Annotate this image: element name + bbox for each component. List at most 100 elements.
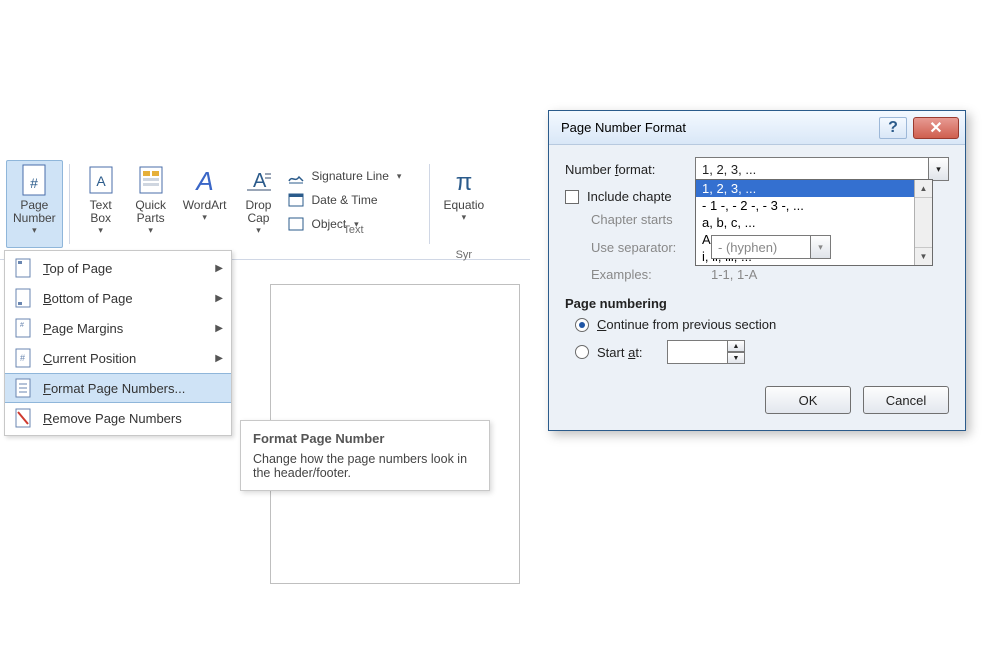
- svg-text:#: #: [30, 175, 38, 191]
- spin-down-icon[interactable]: ▼: [727, 352, 745, 364]
- chevron-down-icon: ▾: [810, 236, 830, 258]
- svg-text:A: A: [194, 166, 213, 196]
- cancel-button[interactable]: Cancel: [863, 386, 949, 414]
- menu-item-label: Bottom of Page: [43, 291, 133, 306]
- ribbon-separator: [429, 164, 430, 244]
- ribbon-btn-label: Text Box: [90, 199, 112, 225]
- chevron-down-icon[interactable]: ▾: [928, 158, 948, 180]
- ribbon-btn-page-number[interactable]: # Page Number ▾: [6, 160, 63, 248]
- chevron-down-icon: ▾: [256, 226, 261, 236]
- help-icon: ?: [888, 119, 898, 137]
- ribbon-btn-label: Quick Parts: [135, 199, 166, 225]
- label-use-separator: Use separator:: [591, 240, 711, 255]
- scroll-down-icon[interactable]: ▼: [915, 247, 932, 265]
- scroll-up-icon[interactable]: ▲: [915, 180, 932, 198]
- chevron-down-icon: ▾: [98, 226, 103, 236]
- page-number-menu: Top of Page ▶ Bottom of Page ▶ # Page Ma…: [4, 250, 232, 436]
- dialog-titlebar[interactable]: Page Number Format ? ✕: [549, 111, 965, 145]
- ribbon-btn-signature-line[interactable]: Signature Line ▾: [283, 164, 423, 188]
- close-icon: ✕: [929, 118, 942, 138]
- ribbon-btn-date-time[interactable]: Date & Time: [283, 188, 423, 212]
- menu-item-current-position[interactable]: # Current Position ▶: [5, 343, 231, 373]
- ribbon-btn-quick-parts[interactable]: Quick Parts ▾: [126, 160, 176, 248]
- ribbon-btn-text-box[interactable]: A Text Box ▾: [76, 160, 126, 248]
- format-option[interactable]: - 1 -, - 2 -, - 3 -, ...: [696, 197, 914, 214]
- ribbon-btn-label: WordArt: [183, 199, 227, 212]
- remove-page-numbers-icon: [13, 408, 33, 428]
- text-box-icon: A: [85, 165, 117, 197]
- svg-text:#: #: [20, 353, 25, 363]
- spinner-start-at[interactable]: ▲ ▼: [667, 340, 745, 364]
- ok-button[interactable]: OK: [765, 386, 851, 414]
- menu-item-label: Top of Page: [43, 261, 112, 276]
- tooltip-title: Format Page Number: [253, 431, 477, 446]
- dialog-page-number-format: Page Number Format ? ✕ Number format: 1,…: [548, 110, 966, 431]
- menu-item-label: Current Position: [43, 351, 136, 366]
- value-examples: 1-1, 1-A: [711, 267, 757, 282]
- format-page-numbers-icon: [13, 378, 33, 398]
- svg-text:#: #: [20, 322, 24, 329]
- ribbon-btn-label: Equatio: [443, 199, 484, 212]
- label-include-chapter: Include chapte: [587, 189, 672, 204]
- menu-item-label: Format Page Numbers...: [43, 381, 185, 396]
- radio-continue[interactable]: [575, 318, 589, 332]
- label-continue: Continue from previous section: [597, 317, 776, 332]
- current-position-icon: #: [13, 348, 33, 368]
- format-option[interactable]: a, b, c, ...: [696, 214, 914, 231]
- equation-icon: π: [448, 165, 480, 197]
- tooltip-format-page-number: Format Page Number Change how the page n…: [240, 420, 490, 491]
- chevron-down-icon: ▾: [397, 171, 402, 182]
- ribbon-group-caption-symbols: Syr: [437, 249, 490, 261]
- ribbon-btn-equation[interactable]: π Equatio ▾ Syr: [436, 160, 491, 248]
- label-chapter-starts: Chapter starts: [591, 212, 711, 227]
- help-button[interactable]: ?: [879, 117, 907, 139]
- chevron-down-icon: ▾: [462, 213, 467, 223]
- ribbon-small-label: Signature Line: [311, 169, 388, 183]
- svg-text:A: A: [253, 170, 267, 192]
- calendar-icon: [287, 191, 305, 209]
- ribbon-small-label: Date & Time: [311, 193, 377, 207]
- menu-item-label: Page Margins: [43, 321, 123, 336]
- bottom-of-page-icon: [13, 288, 33, 308]
- ribbon-separator: [69, 164, 70, 244]
- chevron-right-icon: ▶: [215, 353, 223, 364]
- quick-parts-icon: [135, 165, 167, 197]
- ribbon-small-column: Signature Line ▾ Date & Time Object ▾ Te…: [283, 160, 423, 236]
- top-of-page-icon: [13, 258, 33, 278]
- menu-item-bottom-of-page[interactable]: Bottom of Page ▶: [5, 283, 231, 313]
- menu-item-page-margins[interactable]: # Page Margins ▶: [5, 313, 231, 343]
- input-start-at[interactable]: [667, 340, 727, 364]
- tooltip-body: Change how the page numbers look in the …: [253, 452, 477, 480]
- chevron-right-icon: ▶: [215, 263, 223, 274]
- group-label-page-numbering: Page numbering: [565, 296, 949, 311]
- menu-item-label: Remove Page Numbers: [43, 411, 182, 426]
- menu-item-remove-page-numbers[interactable]: Remove Page Numbers: [5, 403, 231, 433]
- chevron-down-icon: ▾: [202, 213, 207, 223]
- menu-item-format-page-numbers[interactable]: Format Page Numbers...: [5, 373, 231, 403]
- format-option[interactable]: 1, 2, 3, ...: [696, 180, 914, 197]
- ribbon-btn-wordart[interactable]: A WordArt ▾: [176, 160, 234, 248]
- combo-number-format[interactable]: 1, 2, 3, ... ▾: [695, 157, 949, 181]
- wordart-icon: A: [189, 165, 221, 197]
- close-button[interactable]: ✕: [913, 117, 959, 139]
- page-number-icon: #: [18, 165, 50, 197]
- menu-item-top-of-page[interactable]: Top of Page ▶: [5, 253, 231, 283]
- ribbon: # Page Number ▾ A Text Box ▾ Quick Parts…: [0, 160, 530, 260]
- label-number-format: Number format:: [565, 162, 695, 177]
- ribbon-btn-label: Page Number: [13, 199, 56, 225]
- ribbon-btn-label: Drop Cap: [245, 199, 271, 225]
- dropdown-scrollbar[interactable]: ▲ ▼: [914, 180, 932, 265]
- checkbox-include-chapter[interactable]: [565, 190, 579, 204]
- chevron-down-icon: ▾: [32, 226, 37, 236]
- dialog-title: Page Number Format: [561, 120, 686, 135]
- ribbon-btn-drop-cap[interactable]: A Drop Cap ▾: [233, 160, 283, 248]
- svg-text:A: A: [96, 173, 106, 189]
- chevron-right-icon: ▶: [215, 293, 223, 304]
- chevron-right-icon: ▶: [215, 323, 223, 334]
- scroll-track[interactable]: [915, 198, 932, 247]
- page-margins-icon: #: [13, 318, 33, 338]
- combo-separator: - (hyphen) ▾: [711, 235, 831, 259]
- radio-start-at[interactable]: [575, 345, 589, 359]
- spin-up-icon[interactable]: ▲: [727, 340, 745, 352]
- svg-text:π: π: [456, 169, 473, 196]
